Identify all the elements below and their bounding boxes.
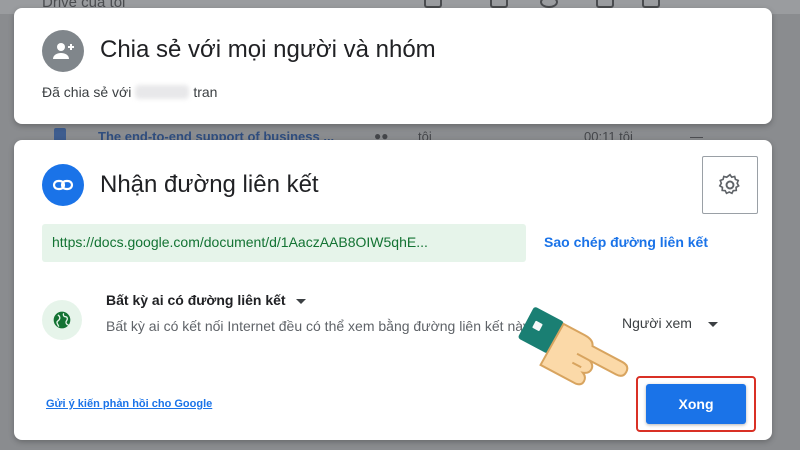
- general-access-label: Bất kỳ ai có đường liên kết: [106, 292, 286, 308]
- link-card-title: Nhận đường liên kết: [100, 171, 319, 198]
- link-url-field[interactable]: https://docs.google.com/document/d/1Aacz…: [42, 224, 526, 262]
- share-with-people-card[interactable]: Chia sẻ với mọi người và nhóm Đã chia sẻ…: [14, 8, 772, 124]
- general-access-description: Bất kỳ ai có kết nối Internet đều có thể…: [106, 318, 531, 334]
- globe-icon: [42, 300, 82, 340]
- shared-with-prefix: Đã chia sẻ với: [42, 84, 132, 100]
- copy-link-button[interactable]: Sao chép đường liên kết: [544, 234, 708, 250]
- share-card-title: Chia sẻ với mọi người và nhóm: [100, 36, 436, 63]
- general-access-dropdown[interactable]: Bất kỳ ai có đường liên kết: [106, 292, 306, 308]
- background-toolbar-icon: [424, 0, 442, 8]
- shared-with-name: tran: [193, 84, 218, 100]
- chevron-down-icon: [707, 321, 718, 327]
- done-button[interactable]: Xong: [646, 384, 746, 424]
- link-icon: [42, 164, 84, 206]
- background-toolbar-icon: [490, 0, 508, 8]
- background-toolbar-icon: [596, 0, 614, 8]
- feedback-link[interactable]: Gửi ý kiến phản hồi cho Google: [46, 398, 212, 410]
- blurred-name: [135, 85, 190, 99]
- chevron-down-icon: [295, 298, 306, 304]
- shared-with-text: Đã chia sẻ với tran: [42, 84, 217, 100]
- background-toolbar-icon: [642, 0, 660, 8]
- link-settings-button[interactable]: [702, 156, 758, 214]
- person-add-icon: [42, 30, 84, 72]
- pointing-hand-icon: [518, 307, 629, 386]
- get-link-card: Nhận đường liên kết https://docs.google.…: [14, 140, 772, 440]
- gear-icon: [718, 173, 740, 195]
